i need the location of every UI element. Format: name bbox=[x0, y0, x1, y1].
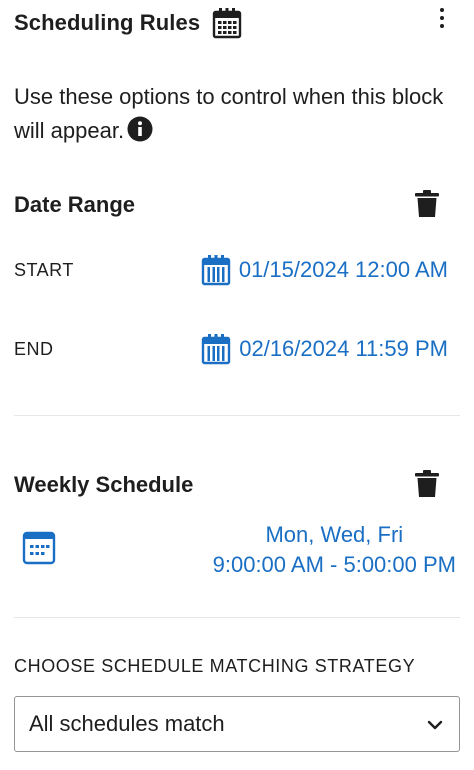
weekly-days: Mon, Wed, Fri bbox=[265, 522, 404, 547]
end-date-value: 02/16/2024 11:59 PM bbox=[239, 336, 448, 361]
scheduling-rules-panel: Scheduling Rules Use these options to co… bbox=[0, 0, 474, 770]
end-date-button[interactable]: 02/16/2024 11:59 PM bbox=[201, 333, 448, 365]
panel-header: Scheduling Rules bbox=[14, 6, 460, 40]
trash-icon[interactable] bbox=[414, 189, 440, 219]
panel-description: Use these options to control when this b… bbox=[14, 80, 454, 148]
calendar-icon[interactable] bbox=[22, 529, 56, 567]
strategy-selected-value: All schedules match bbox=[29, 711, 225, 736]
calendar-icon bbox=[201, 254, 231, 286]
more-vertical-icon[interactable] bbox=[436, 4, 448, 32]
info-icon[interactable] bbox=[127, 116, 153, 142]
calendar-icon bbox=[201, 333, 231, 365]
panel-title: Scheduling Rules bbox=[14, 10, 201, 35]
chevron-down-icon bbox=[425, 715, 445, 735]
section-divider bbox=[14, 617, 460, 618]
section-divider bbox=[14, 415, 460, 416]
description-text: Use these options to control when this b… bbox=[14, 84, 444, 143]
end-label: END bbox=[14, 339, 54, 359]
start-date-value: 01/15/2024 12:00 AM bbox=[238, 257, 448, 282]
date-range-title: Date Range bbox=[14, 192, 136, 217]
weekly-schedule-title: Weekly Schedule bbox=[14, 472, 194, 497]
start-date-button[interactable]: 01/15/2024 12:00 AM bbox=[201, 254, 448, 286]
strategy-label: CHOOSE SCHEDULE MATCHING STRATEGY bbox=[14, 656, 416, 676]
trash-icon[interactable] bbox=[414, 469, 440, 499]
weekly-time-range: 9:00:00 AM - 5:00:00 PM bbox=[212, 552, 456, 577]
calendar-icon bbox=[212, 7, 242, 39]
strategy-select[interactable]: All schedules match bbox=[14, 696, 460, 752]
weekly-schedule-summary[interactable]: Mon, Wed, Fri 9:00:00 AM - 5:00:00 PM bbox=[213, 520, 456, 580]
start-label: START bbox=[14, 260, 74, 280]
